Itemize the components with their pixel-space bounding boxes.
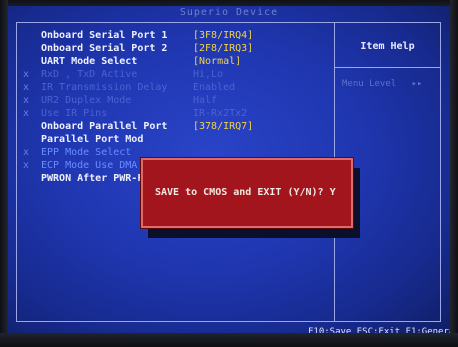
row-marker: x [23, 160, 30, 171]
setting-label: EPP Mode Select [41, 147, 132, 158]
setting-value: IR-Rx2Tx2 [193, 108, 248, 119]
setting-label: Onboard Parallel Port [41, 121, 168, 132]
bios-screen: Superio Device Item Help Menu Level ▸▸ O… [8, 6, 450, 336]
setting-row: x RxD , TxD Active Hi,Lo [17, 69, 327, 83]
item-help-title: Item Help [360, 41, 415, 52]
setting-label: UR2 Duplex Mode [41, 95, 132, 106]
setting-value[interactable]: [378/IRQ7] [193, 121, 253, 132]
menu-level-info: Menu Level ▸▸ [342, 79, 422, 89]
row-marker: x [23, 95, 30, 106]
monitor-bezel-right [450, 0, 458, 347]
setting-row[interactable]: Onboard Serial Port 2 [2F8/IRQ3] [17, 43, 327, 57]
setting-row[interactable]: Onboard Serial Port 1 [3F8/IRQ4] [17, 30, 327, 44]
setting-label: PWRON After PWR-F [41, 173, 144, 184]
dialog-message: SAVE to CMOS and EXIT (Y/N)? Y [155, 187, 336, 198]
setting-value: Hi,Lo [193, 69, 224, 80]
monitor-bezel-bottom [0, 333, 458, 347]
row-marker: x [23, 108, 30, 119]
setting-row[interactable]: Parallel Port Mod [17, 134, 327, 148]
setting-label: Onboard Serial Port 1 [41, 30, 168, 41]
setting-label: Parallel Port Mod [41, 134, 144, 145]
setting-label: Use IR Pins [41, 108, 108, 119]
setting-value: Half [193, 95, 218, 106]
page-title: Superio Device [179, 7, 279, 18]
menu-level-arrow-icon: ▸▸ [411, 79, 423, 89]
row-marker: x [23, 69, 30, 80]
setting-row: x UR2 Duplex Mode Half [17, 95, 327, 109]
setting-label: ECP Mode Use DMA [41, 160, 138, 171]
menu-level-label: Menu Level [342, 79, 397, 89]
monitor-bezel-left [0, 0, 8, 347]
row-marker: x [23, 147, 30, 158]
save-exit-dialog[interactable]: SAVE to CMOS and EXIT (Y/N)? Y [140, 157, 354, 229]
setting-value[interactable]: [Normal] [193, 56, 241, 67]
setting-row[interactable]: Onboard Parallel Port [378/IRQ7] [17, 121, 327, 135]
setting-label: UART Mode Select [41, 56, 138, 67]
setting-label: Onboard Serial Port 2 [41, 43, 168, 54]
setting-value[interactable]: [3F8/IRQ4] [193, 30, 253, 41]
panel-divider-horizontal [334, 67, 440, 68]
setting-row: x IR Transmission Delay Enabled [17, 82, 327, 96]
setting-row: x Use IR Pins IR-Rx2Tx2 [17, 108, 327, 122]
setting-value[interactable]: [2F8/IRQ3] [193, 43, 253, 54]
row-marker: x [23, 82, 30, 93]
setting-label: RxD , TxD Active [41, 69, 138, 80]
setting-label: IR Transmission Delay [41, 82, 168, 93]
setting-row[interactable]: UART Mode Select [Normal] [17, 56, 327, 70]
setting-value: Enabled [193, 82, 236, 93]
